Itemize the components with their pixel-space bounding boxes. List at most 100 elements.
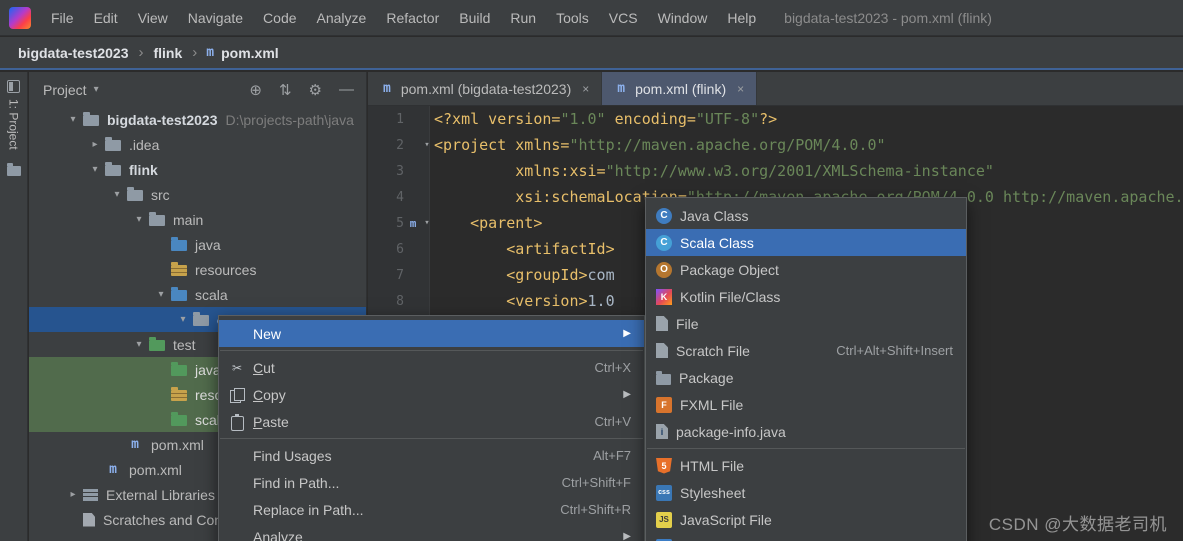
context-menu-item-paste[interactable]: PasteCtrl+V xyxy=(219,408,644,435)
chevron-right-icon: › xyxy=(132,44,149,61)
editor-tab-pom-xml-bigdata-test2023[interactable]: mpom.xml (bigdata-test2023)× xyxy=(368,72,602,105)
fold-icon[interactable]: ▾ xyxy=(420,140,434,150)
new-menu-item-file[interactable]: File xyxy=(646,310,966,337)
context-menu-item-find-in-path[interactable]: Find in Path...Ctrl+Shift+F xyxy=(219,469,644,496)
tree-item-java[interactable]: java xyxy=(29,232,366,257)
close-icon[interactable]: × xyxy=(737,82,744,96)
menubar-item-window[interactable]: Window xyxy=(648,10,718,26)
menubar-item-refactor[interactable]: Refactor xyxy=(376,10,449,26)
new-menu-item-package[interactable]: Package xyxy=(646,364,966,391)
code-text: <groupId>com xyxy=(434,266,615,284)
tree-item-scala[interactable]: ▾ scala xyxy=(29,282,366,307)
locate-icon[interactable]: ⊕ xyxy=(249,81,262,99)
context-menu-item-replace-in-path[interactable]: Replace in Path... Ctrl+Shift+R xyxy=(219,496,644,523)
menubar-item-edit[interactable]: Edit xyxy=(84,10,128,26)
package-object-icon: O xyxy=(656,262,672,278)
tree-expanded-icon[interactable]: ▾ xyxy=(129,214,149,225)
menu-shortcut: Ctrl+Shift+R xyxy=(560,502,631,517)
menubar-item-run[interactable]: Run xyxy=(500,10,546,26)
project-panel-title[interactable]: Project xyxy=(43,82,87,98)
menu-shortcut: Alt+F7 xyxy=(593,448,631,463)
java-class-icon: C xyxy=(656,208,672,224)
tree-item-src[interactable]: ▾src xyxy=(29,182,366,207)
project-tool-button[interactable]: 1: Project xyxy=(7,80,21,150)
hide-icon[interactable]: — xyxy=(339,81,354,98)
tree-expanded-icon[interactable]: ▾ xyxy=(107,189,127,200)
new-menu-item-package-info-java[interactable]: ipackage-info.java xyxy=(646,418,966,445)
project-tool-label: 1: Project xyxy=(7,99,21,150)
libs-icon xyxy=(83,489,98,501)
breadcrumb-item-pom-xml[interactable]: pom.xml xyxy=(217,45,283,61)
fold-icon[interactable]: ▾ xyxy=(420,218,434,228)
menubar-item-analyze[interactable]: Analyze xyxy=(307,10,377,26)
scala-class-icon: C xyxy=(656,235,672,251)
tree-item-label: main xyxy=(173,212,203,228)
menubar-item-vcs[interactable]: VCS xyxy=(599,10,648,26)
menubar-item-view[interactable]: View xyxy=(128,10,178,26)
tree-item-main[interactable]: ▾ main xyxy=(29,207,366,232)
tab-label: pom.xml (flink) xyxy=(635,81,726,97)
menu-item-label: Replace in Path... xyxy=(253,502,364,518)
close-icon[interactable]: × xyxy=(582,82,589,96)
tree-expanded-icon[interactable]: ▾ xyxy=(63,114,83,125)
tree-item-resources[interactable]: resources xyxy=(29,257,366,282)
context-menu-item-copy[interactable]: Copy▶ xyxy=(219,381,644,408)
editor-tab-pom-xml-flink[interactable]: mpom.xml (flink)× xyxy=(602,72,757,105)
tree-item-idea[interactable]: ▸.idea xyxy=(29,132,366,157)
menubar-item-help[interactable]: Help xyxy=(717,10,766,26)
scratch-icon xyxy=(83,513,95,527)
new-menu-item-scratch-file[interactable]: Scratch File Ctrl+Alt+Shift+Insert xyxy=(646,337,966,364)
code-text: xmlns:xsi="http://www.w3.org/2001/XMLSch… xyxy=(434,162,994,180)
context-menu-item-find-usages[interactable]: Find UsagesAlt+F7 xyxy=(219,442,644,469)
context-menu-item-analyze[interactable]: Analyze▶ xyxy=(219,523,644,541)
tree-expanded-icon[interactable]: ▾ xyxy=(173,314,193,325)
context-menu: New▶ ✂CutCtrl+XCopy▶PasteCtrl+V Find Usage… xyxy=(218,315,645,541)
new-menu-item-fxml-file[interactable]: FFXML File xyxy=(646,391,966,418)
tree-item-label: flink xyxy=(129,162,158,178)
menubar-item-build[interactable]: Build xyxy=(449,10,500,26)
menubar-item-file[interactable]: File xyxy=(41,10,84,26)
menubar-item-code[interactable]: Code xyxy=(253,10,306,26)
js-icon: JS xyxy=(656,512,672,528)
breadcrumb-item-flink[interactable]: flink xyxy=(149,45,186,61)
menubar-item-navigate[interactable]: Navigate xyxy=(178,10,253,26)
context-menu-item-new[interactable]: New▶ xyxy=(219,320,644,347)
menu-item-label: Scratch File xyxy=(676,343,750,359)
menubar-item-tools[interactable]: Tools xyxy=(546,10,599,26)
tree-expanded-icon[interactable]: ▾ xyxy=(85,164,105,175)
menu-item-label: Cut xyxy=(253,360,275,376)
new-menu-item-stylesheet[interactable]: cssStylesheet xyxy=(646,479,966,506)
new-menu-item-package-object[interactable]: OPackage Object xyxy=(646,256,966,283)
new-menu-item-scala-class[interactable]: CScala Class xyxy=(646,229,966,256)
new-menu-item-kotlin-file-class[interactable]: KKotlin File/Class xyxy=(646,283,966,310)
new-menu-item-java-class[interactable]: C Java Class xyxy=(646,202,966,229)
tree-item-label: test xyxy=(173,337,196,353)
menu-separator xyxy=(647,448,965,449)
titlebar: FileEditViewNavigateCodeAnalyzeRefactorB… xyxy=(0,0,1183,36)
new-menu-item-typescript-file[interactable]: TSTypeScript File xyxy=(646,533,966,541)
menu-shortcut: Ctrl+Alt+Shift+Insert xyxy=(836,343,953,358)
tree-collapsed-icon[interactable]: ▸ xyxy=(63,489,83,500)
folder-tool-icon[interactable] xyxy=(7,166,21,176)
menu-item-label: Java Class xyxy=(680,208,748,224)
tree-expanded-icon[interactable]: ▾ xyxy=(151,289,171,300)
collapse-all-icon[interactable]: ⇅ xyxy=(279,81,292,99)
fxml-icon: F xyxy=(656,397,672,413)
watermark: CSDN @大数据老司机 xyxy=(989,510,1167,535)
scratch-file-icon xyxy=(656,343,668,358)
new-menu-item-html-file[interactable]: 5HTML File xyxy=(646,452,966,479)
code-text: <project xmlns="http://maven.apache.org/… xyxy=(434,136,886,154)
breadcrumb-item-bigdata-test2023[interactable]: bigdata-test2023 xyxy=(14,45,132,61)
menu-item-label: Find in Path... xyxy=(253,475,339,491)
chevron-down-icon[interactable]: ▾ xyxy=(94,84,99,95)
new-menu-item-javascript-file[interactable]: JSJavaScript File xyxy=(646,506,966,533)
maven-icon: m xyxy=(206,45,214,60)
tree-item-label: scala xyxy=(195,287,228,303)
menu-item-label: File xyxy=(676,316,699,332)
tree-expanded-icon[interactable]: ▾ xyxy=(129,339,149,350)
tree-item-flink[interactable]: ▾ flink xyxy=(29,157,366,182)
tree-collapsed-icon[interactable]: ▸ xyxy=(85,139,105,150)
tree-item-bigdata-test2023[interactable]: ▾bigdata-test2023D:\projects-path\java xyxy=(29,107,366,132)
settings-icon[interactable]: ⚙ xyxy=(309,81,322,99)
context-menu-item-cut[interactable]: ✂CutCtrl+X xyxy=(219,354,644,381)
